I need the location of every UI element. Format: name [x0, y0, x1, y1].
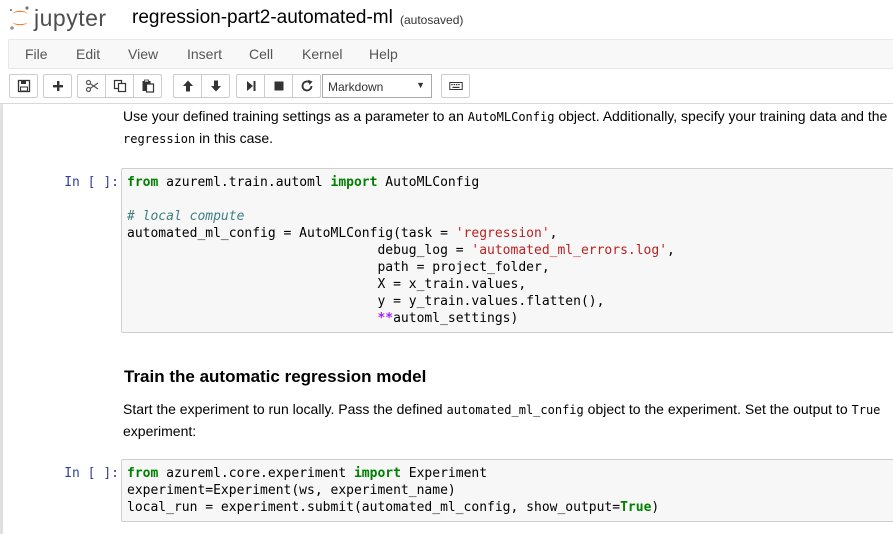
save-group — [9, 74, 38, 100]
code-line: from azureml.core.experiment import Expe… — [127, 466, 488, 481]
header: jupyter regression-part2-automated-ml (a… — [0, 0, 893, 38]
inline-code: regression — [123, 132, 196, 146]
markdown-cell-text[interactable]: Use your defined training settings as a … — [123, 106, 887, 150]
menu-file[interactable]: File — [25, 46, 48, 62]
input-prompt: In [ ]: — [64, 175, 119, 190]
scissors-icon — [85, 79, 98, 93]
run-group — [236, 74, 321, 100]
edit-group — [77, 74, 162, 100]
stop-icon — [274, 81, 283, 91]
cell-type-select[interactable]: Markdown ▼ — [322, 74, 432, 98]
move-up-button[interactable] — [173, 74, 202, 98]
restart-button[interactable] — [292, 74, 321, 98]
insert-group — [43, 74, 72, 100]
notebook-container: Use your defined training settings as a … — [0, 104, 893, 534]
section-heading[interactable]: Train the automatic regression model — [124, 367, 426, 387]
move-group — [173, 74, 230, 100]
code-line: y = y_train.values.flatten(), — [127, 294, 605, 309]
md-text: object to the experiment. Set the output… — [583, 401, 852, 417]
code-cell-editor[interactable]: from azureml.core.experiment import Expe… — [121, 459, 893, 522]
menu-kernel[interactable]: Kernel — [302, 46, 342, 62]
copy-button[interactable] — [105, 74, 134, 98]
md-text: Use your defined training settings as a … — [123, 108, 468, 124]
code-line: # local compute — [127, 209, 245, 224]
code-line: X = x_train.values, — [127, 277, 527, 292]
menubar: File Edit View Insert Cell Kernel Help — [0, 38, 893, 70]
refresh-icon — [301, 79, 312, 92]
code-line: local_run = experiment.submit(automated_… — [127, 500, 660, 515]
menu-cell[interactable]: Cell — [249, 46, 273, 62]
notebook-title[interactable]: regression-part2-automated-ml — [132, 7, 393, 29]
inline-code: True — [851, 403, 881, 417]
save-button[interactable] — [9, 74, 38, 98]
autosave-status: (autosaved) — [400, 13, 464, 27]
menubar-container: File Edit View Insert Cell Kernel Help — [8, 39, 893, 69]
notebook-page: Use your defined training settings as a … — [3, 104, 893, 534]
run-button[interactable] — [236, 74, 265, 98]
cut-button[interactable] — [77, 74, 106, 98]
jupyter-logo[interactable]: jupyter — [8, 4, 107, 32]
paste-icon — [142, 79, 154, 93]
palette-group — [441, 74, 470, 100]
menu-help[interactable]: Help — [369, 46, 398, 62]
menu-insert[interactable]: Insert — [187, 46, 222, 62]
menu-edit[interactable]: Edit — [76, 46, 100, 62]
code-line: **automl_settings) — [377, 311, 519, 326]
insert-cell-button[interactable] — [43, 74, 72, 98]
paste-button[interactable] — [133, 74, 162, 98]
logo-text: jupyter — [34, 4, 107, 31]
code-line: experiment=Experiment(ws, experiment_nam… — [127, 483, 456, 498]
arrow-up-icon — [182, 80, 193, 92]
md-text: in this case. — [195, 130, 274, 146]
md-text: object. Additionally, specify your train… — [554, 108, 888, 124]
plus-icon — [52, 81, 63, 91]
floppy-icon — [17, 79, 30, 93]
cell-type-value: Markdown — [328, 80, 384, 94]
md-text: experiment: — [123, 423, 197, 439]
code-line: from azureml.train.automl import AutoMLC… — [127, 175, 480, 190]
code-cell-editor[interactable]: from azureml.train.automl import AutoMLC… — [121, 168, 893, 333]
code-line: path = project_folder, — [127, 260, 550, 275]
input-prompt: In [ ]: — [64, 466, 119, 481]
arrow-down-icon — [210, 80, 221, 92]
copy-icon — [113, 79, 126, 93]
toolbar: Markdown ▼ — [0, 70, 893, 104]
jupyter-logo-icon — [10, 6, 29, 30]
code-line: debug_log = 'automated_ml_errors.log', — [127, 243, 675, 258]
markdown-cell-text[interactable]: Start the experiment to run locally. Pas… — [123, 399, 880, 442]
inline-code: AutoMLConfig — [467, 110, 555, 124]
code-line: automated_ml_config = AutoMLConfig(task … — [127, 226, 558, 241]
keyboard-icon — [448, 82, 463, 90]
chevron-down-icon: ▼ — [416, 80, 425, 90]
interrupt-button[interactable] — [264, 74, 293, 98]
step-forward-icon — [246, 81, 255, 91]
inline-code: automated_ml_config — [446, 403, 584, 417]
menu-view[interactable]: View — [128, 46, 158, 62]
md-text: Start the experiment to run locally. Pas… — [123, 401, 447, 417]
move-down-button[interactable] — [201, 74, 230, 98]
command-palette-button[interactable] — [441, 74, 470, 98]
